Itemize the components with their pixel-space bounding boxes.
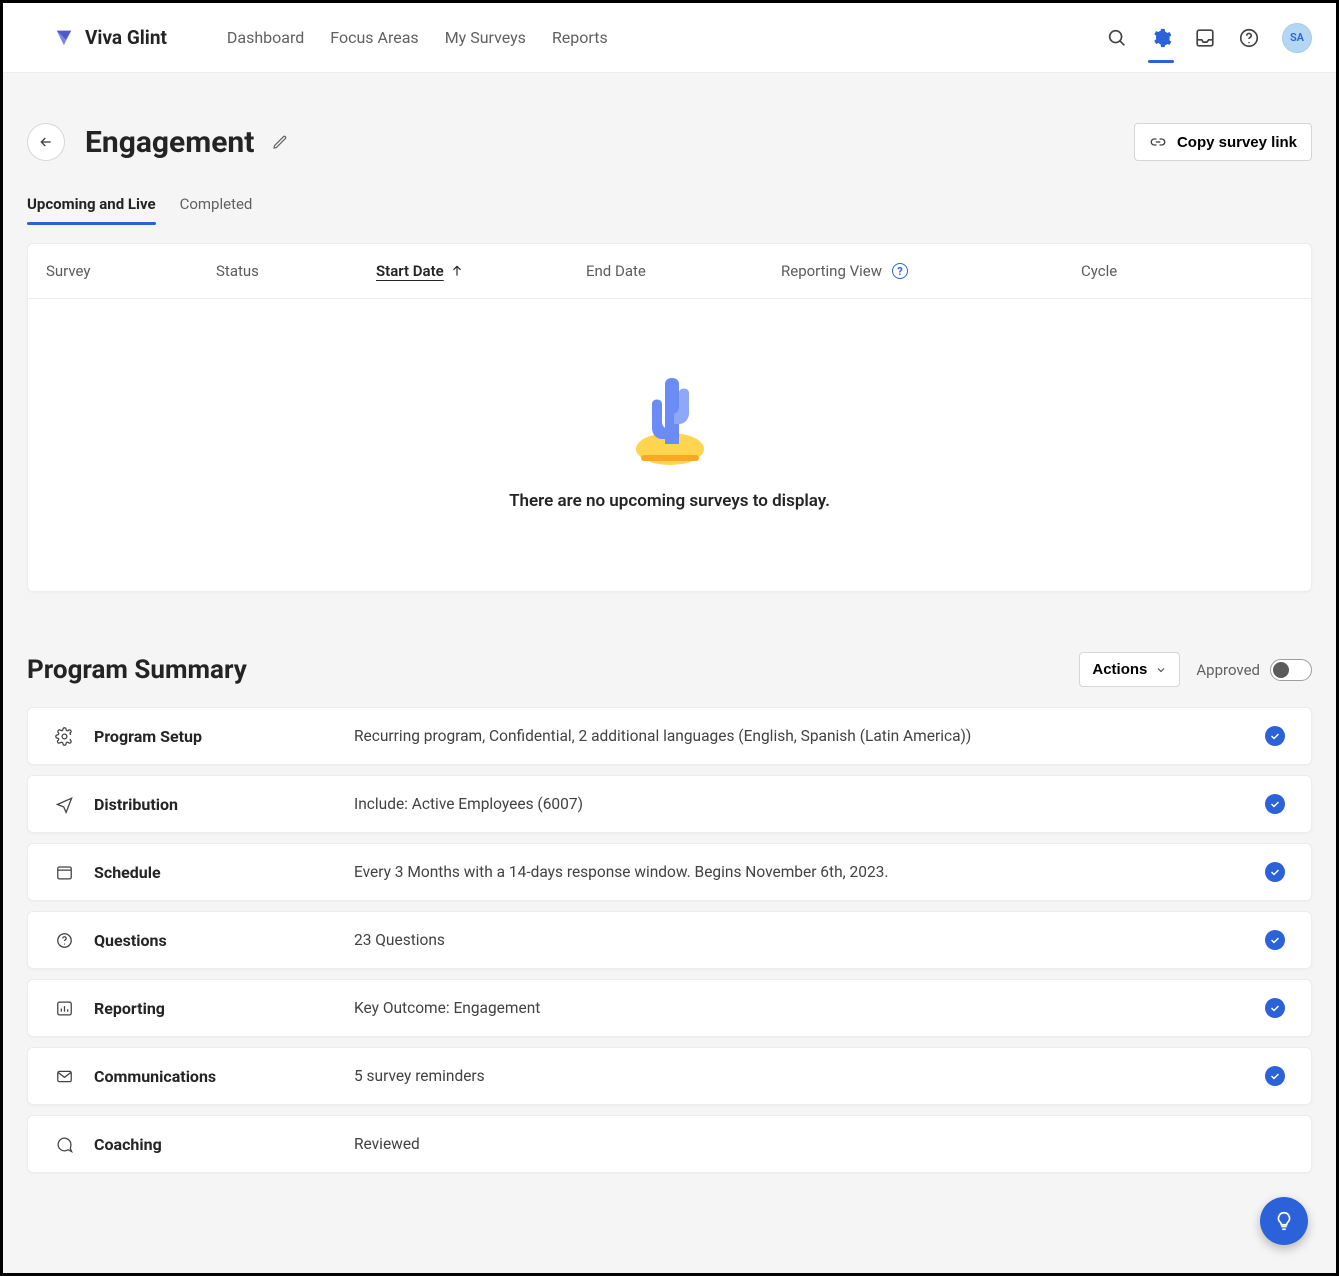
lightbulb-icon [1273,1210,1295,1232]
complete-check-icon [1265,998,1285,1018]
mail-icon [34,1067,94,1086]
empty-state: There are no upcoming surveys to display… [28,299,1311,591]
cactus-illustration-icon [625,359,715,473]
app-header: Viva Glint Dashboard Focus Areas My Surv… [3,3,1336,73]
complete-check-icon [1265,930,1285,950]
brand: Viva Glint [53,26,167,49]
settings-icon[interactable] [1150,27,1172,49]
th-reporting-view-label: Reporting View [781,262,882,280]
nav-my-surveys[interactable]: My Surveys [445,28,526,47]
th-start-date-label: Start Date [376,262,444,280]
ps-item-distribution[interactable]: Distribution Include: Active Employees (… [27,775,1312,833]
gear-icon [34,727,94,746]
program-summary-title: Program Summary [27,655,247,685]
ps-item-desc: Reviewed [354,1135,1245,1153]
actions-label: Actions [1092,661,1147,678]
search-icon[interactable] [1106,27,1128,49]
user-avatar[interactable]: SA [1282,23,1312,53]
inbox-icon[interactable] [1194,27,1216,49]
edit-title-icon[interactable] [272,134,288,150]
help-icon[interactable] [1238,27,1260,49]
program-summary-list: Program Setup Recurring program, Confide… [27,707,1312,1173]
complete-check-icon [1265,726,1285,746]
calendar-icon [34,863,94,882]
nav-reports[interactable]: Reports [552,28,608,47]
ps-item-desc: Every 3 Months with a 14-days response w… [354,863,1245,881]
ps-item-desc: Key Outcome: Engagement [354,999,1245,1017]
page-title-row: Engagement Copy survey link [27,123,1312,161]
feedback-fab[interactable] [1260,1197,1308,1245]
reporting-view-help-icon[interactable]: ? [892,263,908,279]
question-circle-icon [34,931,94,950]
ps-item-schedule[interactable]: Schedule Every 3 Months with a 14-days r… [27,843,1312,901]
viva-glint-logo-icon [53,27,75,49]
sort-asc-icon [450,264,464,278]
page-title: Engagement [85,125,254,160]
complete-check-icon [1265,862,1285,882]
tab-completed[interactable]: Completed [180,195,253,225]
ps-item-desc: Recurring program, Confidential, 2 addit… [354,727,1245,745]
surveys-table: Survey Status Start Date End Date Report… [27,243,1312,592]
chevron-down-icon [1155,664,1167,676]
ps-item-name: Coaching [94,1135,354,1154]
main-nav: Dashboard Focus Areas My Surveys Reports [227,28,608,47]
th-status[interactable]: Status [216,262,376,280]
ps-item-name: Questions [94,931,354,950]
ps-item-name: Communications [94,1067,354,1086]
th-survey[interactable]: Survey [46,262,216,280]
ps-item-name: Program Setup [94,727,354,746]
th-cycle[interactable]: Cycle [1081,262,1293,280]
copy-link-label: Copy survey link [1177,134,1297,151]
header-actions: SA [1106,23,1312,53]
copy-survey-link-button[interactable]: Copy survey link [1134,123,1312,161]
th-end-date[interactable]: End Date [586,262,781,280]
approved-toggle[interactable] [1270,659,1312,681]
ps-item-desc: 23 Questions [354,931,1245,949]
page-body: Engagement Copy survey link Upcoming and… [3,73,1336,1273]
nav-dashboard[interactable]: Dashboard [227,28,304,47]
complete-check-icon [1265,1066,1285,1086]
ps-item-program-setup[interactable]: Program Setup Recurring program, Confide… [27,707,1312,765]
ps-item-name: Reporting [94,999,354,1018]
back-button[interactable] [27,123,65,161]
ps-item-questions[interactable]: Questions 23 Questions [27,911,1312,969]
nav-focus-areas[interactable]: Focus Areas [330,28,418,47]
complete-check-icon [1265,794,1285,814]
ps-item-coaching[interactable]: Coaching Reviewed [27,1115,1312,1173]
bar-chart-icon [34,999,94,1018]
program-summary-header: Program Summary Actions Approved [27,652,1312,687]
ps-item-desc: Include: Active Employees (6007) [354,795,1245,813]
survey-tabs: Upcoming and Live Completed [27,195,1312,225]
link-icon [1149,133,1167,151]
actions-button[interactable]: Actions [1079,652,1180,687]
brand-name: Viva Glint [85,26,167,49]
ps-item-reporting[interactable]: Reporting Key Outcome: Engagement [27,979,1312,1037]
approved-label: Approved [1196,661,1260,679]
empty-state-text: There are no upcoming surveys to display… [509,491,830,511]
ps-item-name: Distribution [94,795,354,814]
tab-upcoming[interactable]: Upcoming and Live [27,195,156,225]
ps-item-desc: 5 survey reminders [354,1067,1245,1085]
send-icon [34,795,94,814]
chat-icon [34,1135,94,1154]
th-start-date[interactable]: Start Date [376,262,586,280]
table-header-row: Survey Status Start Date End Date Report… [28,244,1311,299]
th-reporting-view[interactable]: Reporting View ? [781,262,1081,280]
ps-item-name: Schedule [94,863,354,882]
ps-item-communications[interactable]: Communications 5 survey reminders [27,1047,1312,1105]
